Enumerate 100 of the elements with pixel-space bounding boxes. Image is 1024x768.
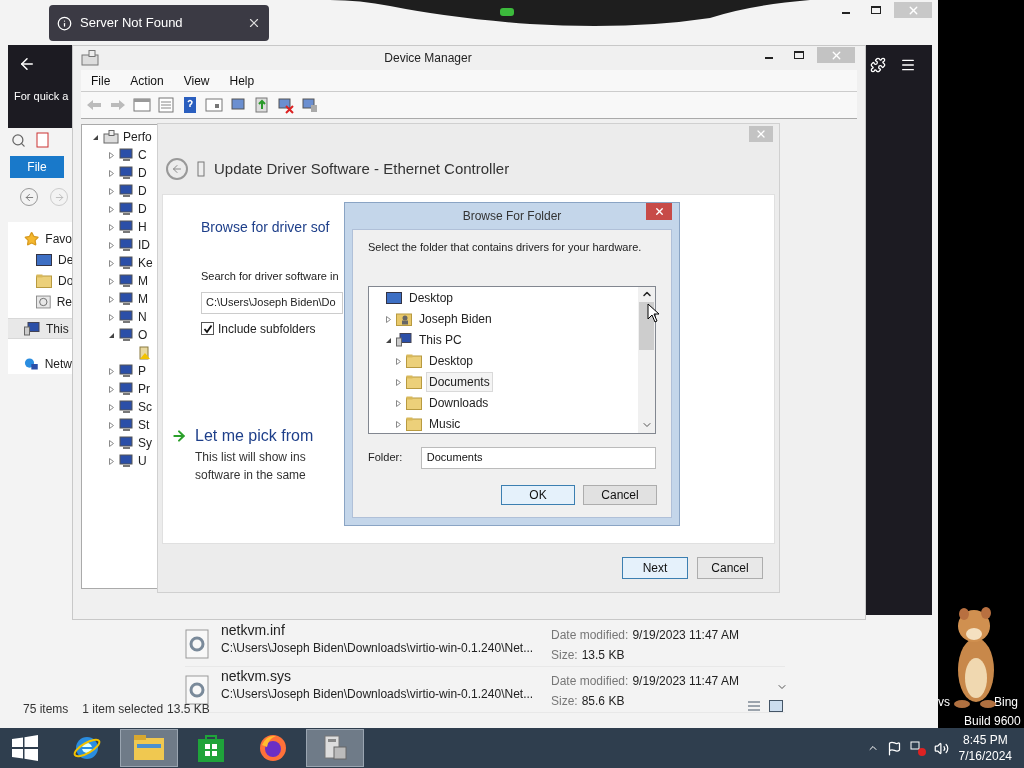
puzzle-icon[interactable] (870, 57, 886, 73)
expand-arrow-icon[interactable] (108, 259, 115, 267)
dialog-button[interactable]: OK (501, 484, 575, 505)
menu-icon[interactable] (900, 57, 916, 73)
folder-field[interactable]: Documents (420, 446, 656, 469)
expand-arrow-icon[interactable] (108, 187, 115, 195)
folder-item[interactable]: Downloads (426, 393, 492, 413)
tree-item[interactable]: ID (138, 236, 150, 254)
expand-arrow-icon[interactable] (108, 241, 115, 249)
collapse-arrow-icon[interactable] (385, 336, 392, 344)
wizard-button[interactable]: Cancel (697, 557, 763, 579)
folder-item[interactable]: Desktop (426, 351, 477, 371)
window-icon[interactable] (133, 96, 151, 114)
file-name[interactable]: netkvm.sys (221, 667, 291, 685)
tree-item[interactable]: Sc (138, 398, 152, 416)
search-icon[interactable] (11, 132, 26, 148)
remove-device-icon[interactable] (277, 96, 295, 114)
expand-arrow-icon[interactable] (108, 439, 115, 447)
computer-icon (396, 333, 412, 347)
folder-item[interactable]: This PC (416, 330, 465, 350)
scan-device-icon[interactable] (301, 96, 319, 114)
expand-arrow-icon[interactable] (395, 420, 402, 428)
tree-item[interactable]: O (138, 326, 148, 344)
tree-item[interactable]: D (138, 164, 147, 182)
list-icon[interactable] (157, 96, 175, 114)
menu-item[interactable]: View (183, 71, 210, 90)
expand-arrow-icon[interactable] (108, 151, 115, 159)
tree-item[interactable]: Ke (138, 254, 153, 272)
expand-arrow-icon[interactable] (108, 295, 115, 303)
tree-item[interactable]: Perfo (123, 128, 152, 146)
nav-item[interactable]: Do (8, 270, 72, 291)
tree-item[interactable]: St (138, 416, 150, 434)
expand-arrow-icon[interactable] (108, 223, 115, 231)
folder-item[interactable]: Desktop (406, 288, 457, 308)
nav-item[interactable]: Favo (8, 228, 72, 249)
network-error-icon[interactable] (909, 740, 926, 756)
nav-item[interactable]: This (8, 318, 72, 339)
expand-arrow-icon[interactable] (108, 205, 115, 213)
tree-item[interactable]: H (138, 218, 147, 236)
expand-arrow-icon[interactable] (108, 457, 115, 465)
dialog-button[interactable]: Cancel (583, 484, 657, 505)
expand-arrow-icon[interactable] (108, 367, 115, 375)
details-view-icon[interactable] (747, 700, 761, 712)
collapse-arrow-icon[interactable] (92, 133, 99, 141)
expand-arrow-icon[interactable] (108, 403, 115, 411)
tree-item[interactable]: C (138, 146, 147, 164)
wizard-button[interactable]: Next (622, 557, 688, 579)
tree-item[interactable]: M (138, 290, 148, 308)
help-icon[interactable] (181, 96, 199, 114)
close-button[interactable] (646, 203, 672, 220)
expand-arrow-icon[interactable] (108, 277, 115, 285)
nav-item[interactable]: De (8, 249, 72, 270)
tree-item[interactable]: D (138, 200, 147, 218)
collapse-arrow-icon[interactable] (108, 331, 115, 339)
close-icon[interactable] (247, 16, 261, 30)
back-button[interactable] (166, 158, 188, 180)
expand-arrow-icon[interactable] (108, 169, 115, 177)
computer-icon (119, 148, 134, 162)
option-title[interactable]: Let me pick from (195, 423, 314, 448)
computer-icon (119, 220, 134, 234)
dialog-title: Browse For Folder (462, 208, 562, 225)
document-icon[interactable] (36, 132, 50, 148)
clock-time[interactable]: 8:45 PM (962, 732, 1008, 748)
expand-arrow-icon[interactable] (108, 385, 115, 393)
file-name[interactable]: netkvm.inf (221, 621, 285, 639)
expand-arrow-icon[interactable] (395, 378, 402, 386)
folder-item[interactable]: Music (426, 414, 464, 433)
tiles-view-icon[interactable] (769, 700, 783, 712)
tree-item[interactable]: P (138, 362, 146, 380)
nav-item[interactable]: Netw (8, 353, 72, 374)
computer-icon (119, 274, 134, 288)
expand-arrow-icon[interactable] (395, 399, 402, 407)
nav-item[interactable]: Re (8, 291, 72, 312)
close-button[interactable] (817, 47, 855, 63)
tree-item[interactable]: N (138, 308, 147, 326)
menu-item[interactable]: Help (229, 71, 255, 90)
scrollbar[interactable] (638, 286, 655, 433)
tree-item[interactable]: M (138, 272, 148, 290)
file-tab[interactable]: File (10, 156, 64, 178)
flag-icon[interactable] (886, 740, 902, 756)
size-value: 13.5 KB (581, 647, 625, 664)
menu-item[interactable]: Action (130, 71, 164, 90)
tree-item[interactable]: U (138, 452, 147, 470)
window-icon[interactable] (205, 96, 223, 114)
checkbox[interactable] (201, 322, 214, 335)
folder-item[interactable]: Joseph Biden (416, 309, 495, 329)
tree-item[interactable]: D (138, 182, 147, 200)
tree-item[interactable]: Pr (138, 380, 150, 398)
expand-arrow-icon[interactable] (108, 421, 115, 429)
menu-item[interactable]: File (91, 71, 111, 90)
shopping-bag-icon (197, 733, 225, 763)
expand-arrow-icon[interactable] (108, 313, 115, 321)
expand-arrow-icon[interactable] (385, 315, 392, 323)
expand-arrow-icon[interactable] (395, 357, 402, 365)
update-icon[interactable] (253, 96, 271, 114)
tree-item[interactable]: Sy (138, 434, 152, 452)
folder-item[interactable]: Documents (426, 372, 493, 392)
clock-date[interactable]: 7/16/2024 (958, 748, 1012, 764)
path-field[interactable]: C:\Users\Joseph Biden\Do (201, 291, 343, 314)
close-button[interactable] (749, 126, 773, 142)
